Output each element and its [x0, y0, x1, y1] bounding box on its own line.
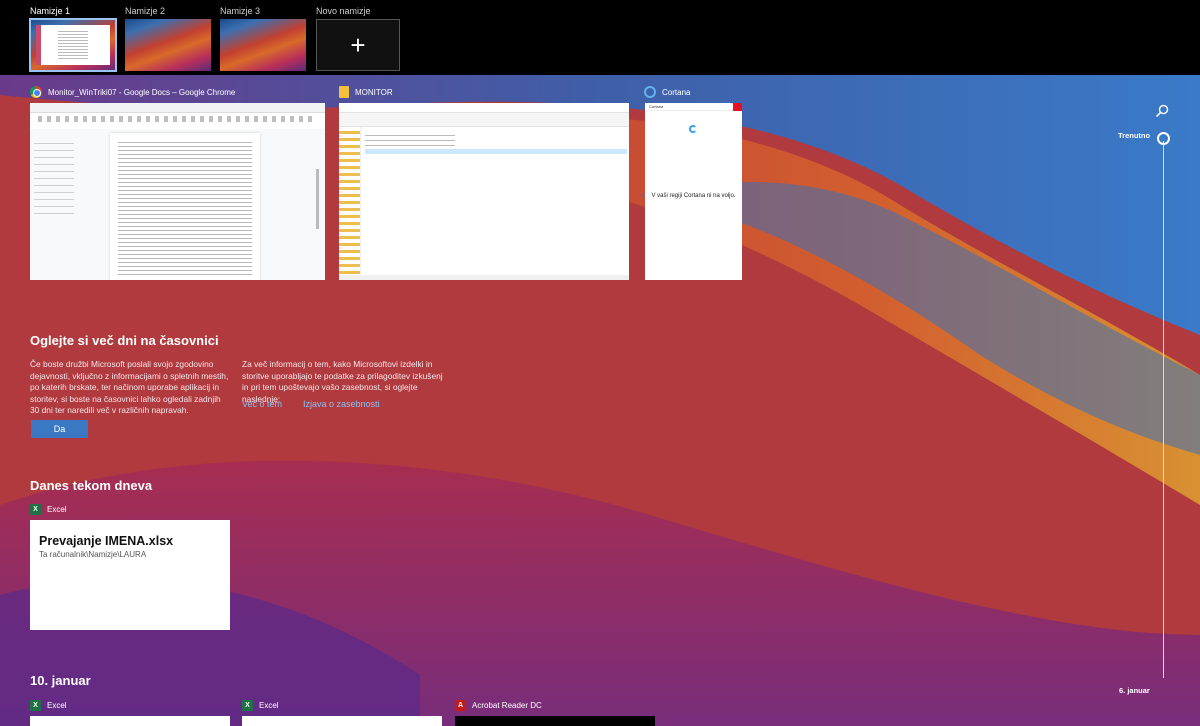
window-header: Monitor_WinTriki07 - Google Docs – Googl…: [30, 83, 325, 101]
jan10-heading: 10. januar: [30, 673, 91, 688]
desktop-3-thumbnail[interactable]: [220, 19, 306, 71]
window-chrome-docs[interactable]: Monitor_WinTriki07 - Google Docs – Googl…: [30, 83, 325, 280]
cortana-message: V vaši regiji Cortana ni na voljo.: [651, 193, 736, 199]
plus-icon: +: [350, 30, 366, 60]
close-icon: [733, 103, 742, 111]
window-title: Monitor_WinTriki07 - Google Docs – Googl…: [48, 87, 236, 97]
excel-icon: X: [30, 504, 41, 515]
desktop-2[interactable]: Namizje 2: [125, 5, 211, 71]
chrome-icon: [30, 86, 42, 98]
activity-card[interactable]: [30, 716, 230, 726]
window-explorer-monitor[interactable]: MONITOR: [339, 83, 629, 280]
timeline-promo-title: Oglejte si več dni na časovnici: [30, 333, 219, 348]
privacy-statement-link[interactable]: Izjava o zasebnosti: [303, 399, 380, 409]
window-preview[interactable]: [30, 103, 325, 280]
activity-card-path: Ta računalnik\Namizje\LAURA: [39, 550, 147, 559]
desktop-3-label: Namizje 3: [220, 6, 261, 16]
window-header: Cortana: [644, 83, 742, 101]
excel-icon: X: [30, 700, 41, 711]
activity-card[interactable]: [455, 716, 655, 726]
activity-card[interactable]: Prevajanje IMENA.xlsx Ta računalnik\Nami…: [30, 520, 230, 630]
timeline-promo-text: Če boste družbi Microsoft poslali svojo …: [30, 359, 229, 416]
acrobat-icon: A: [455, 700, 466, 711]
desktop-2-label: Namizje 2: [125, 6, 166, 16]
timeline-position-handle[interactable]: [1157, 132, 1170, 145]
activity-app-name: Excel: [47, 505, 67, 514]
loading-spinner-icon: [689, 125, 697, 133]
yes-button[interactable]: Da: [31, 420, 88, 438]
activity-app-name: Excel: [259, 701, 279, 710]
window-preview[interactable]: Cortana V vaši regiji Cortana ni na volj…: [645, 103, 742, 280]
activity-app-label: X Excel: [30, 504, 67, 515]
new-desktop[interactable]: Novo namizje +: [316, 5, 402, 71]
timeline-date-label[interactable]: 6. januar: [1119, 686, 1150, 695]
activity-app-label: X Excel: [242, 700, 279, 711]
desktop-1[interactable]: Namizje 1: [29, 5, 117, 72]
search-icon[interactable]: [1155, 104, 1169, 118]
window-header: MONITOR: [339, 83, 629, 101]
desktop-1-label: Namizje 1: [30, 6, 71, 16]
window-preview[interactable]: [339, 103, 629, 280]
timeline-track[interactable]: [1163, 141, 1164, 678]
window-title: Cortana: [662, 87, 691, 97]
cortana-icon: [644, 86, 656, 98]
activity-card-title: Prevajanje IMENA.xlsx: [39, 534, 174, 548]
new-desktop-button[interactable]: +: [316, 19, 400, 71]
today-heading: Danes tekom dneva: [30, 478, 153, 493]
cortana-inner-title: Cortana: [649, 104, 664, 109]
desktop-3[interactable]: Namizje 3: [220, 5, 306, 71]
activity-app-label: X Excel: [30, 700, 67, 711]
folder-icon: [339, 86, 349, 98]
learn-more-link[interactable]: Več o tem: [242, 399, 282, 409]
virtual-desktops-bar: Namizje 1 Namizje 2 Namizje 3 Novo namiz…: [0, 0, 1200, 75]
activity-app-name: Excel: [47, 701, 67, 710]
window-title: MONITOR: [355, 87, 393, 97]
desktop-2-thumbnail[interactable]: [125, 19, 211, 71]
excel-icon: X: [242, 700, 253, 711]
activity-app-name: Acrobat Reader DC: [472, 701, 542, 710]
new-desktop-label: Novo namizje: [316, 6, 371, 16]
activity-card[interactable]: [242, 716, 442, 726]
timeline-current-label: Trenutno: [1118, 131, 1151, 140]
activity-app-label: A Acrobat Reader DC: [455, 700, 542, 711]
desktop-1-thumbnail[interactable]: [29, 18, 117, 72]
window-cortana[interactable]: Cortana Cortana V vaši regiji Cortana ni…: [644, 83, 742, 280]
